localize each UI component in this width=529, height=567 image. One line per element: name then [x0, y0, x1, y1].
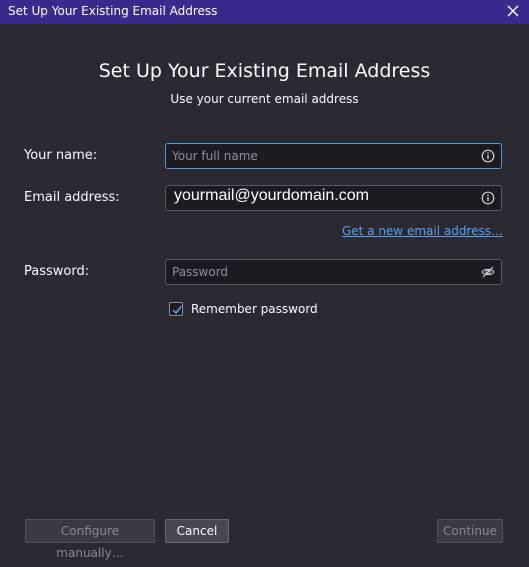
- page-subtitle: Use your current email address: [170, 92, 359, 106]
- close-icon[interactable]: [505, 3, 521, 19]
- remember-password-label[interactable]: Remember password: [191, 302, 318, 316]
- title-bar: Set Up Your Existing Email Address: [0, 0, 529, 24]
- email-field[interactable]: yourmail@yourdomain.com: [165, 185, 502, 211]
- info-icon[interactable]: [481, 149, 495, 163]
- password-field[interactable]: Password: [165, 259, 502, 285]
- window-title: Set Up Your Existing Email Address: [8, 4, 218, 18]
- cancel-button[interactable]: Cancel: [165, 519, 229, 543]
- configure-manually-button[interactable]: Configure manually…: [25, 519, 155, 560]
- remember-password-checkbox[interactable]: [169, 302, 183, 316]
- get-new-email-link[interactable]: Get a new email address…: [342, 224, 503, 238]
- checkmark-icon: [172, 306, 182, 315]
- name-placeholder[interactable]: Your full name: [172, 144, 258, 168]
- password-label: Password:: [24, 264, 90, 279]
- info-icon[interactable]: [481, 191, 495, 205]
- eye-off-icon[interactable]: [481, 265, 495, 279]
- password-placeholder[interactable]: Password: [172, 260, 228, 284]
- email-label: Email address:: [24, 190, 120, 205]
- name-field[interactable]: Your full name: [165, 143, 502, 169]
- continue-button[interactable]: Continue: [437, 519, 503, 543]
- page-title: Set Up Your Existing Email Address: [98, 60, 431, 82]
- name-label: Your name:: [24, 148, 98, 163]
- email-value[interactable]: yourmail@yourdomain.com: [174, 184, 369, 208]
